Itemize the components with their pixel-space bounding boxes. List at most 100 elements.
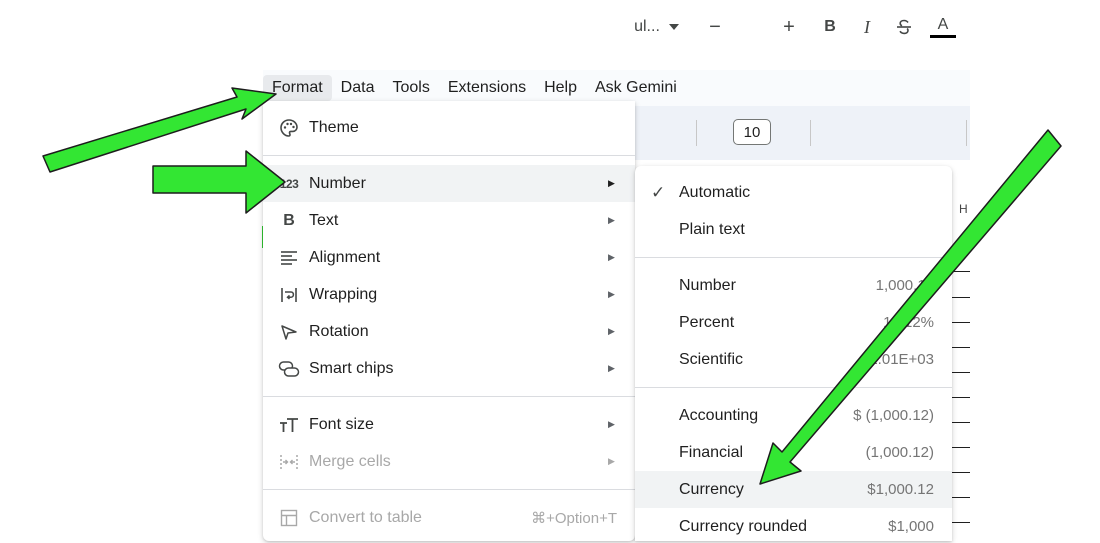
number-format-automatic[interactable]: ✓ Automatic — [635, 174, 952, 211]
text-color-swatch — [930, 34, 956, 38]
submenu-item-label: Financial — [679, 443, 744, 461]
format-menu-item-text[interactable]: B Text ▶ — [263, 202, 635, 239]
grid-row-line — [952, 472, 970, 473]
table-icon — [278, 507, 300, 529]
grid-row-line — [952, 322, 970, 323]
menu-item-label: Text — [309, 211, 339, 229]
grid-row-line — [952, 397, 970, 398]
submenu-item-label: Plain text — [679, 220, 745, 238]
format-menu-item-theme[interactable]: Theme — [263, 109, 635, 146]
submenu-item-label: Scientific — [679, 350, 744, 368]
grid-row-line — [952, 297, 970, 298]
format-menu-item-convert-to-table[interactable]: Convert to table ⌘+Option+T — [263, 499, 635, 536]
format-menu-item-merge-cells[interactable]: Merge cells ▶ — [263, 443, 635, 480]
number-format-percent[interactable]: Percent 10.12% — [635, 304, 952, 341]
palette-icon — [278, 117, 300, 139]
format-example-value: 1.01E+03 — [869, 351, 934, 368]
format-example-value: $ (1,000.12) — [853, 407, 934, 424]
toolbar-separator — [696, 120, 697, 146]
submenu-arrow-icon: ▶ — [608, 178, 615, 188]
menu-item-shortcut: ⌘+Option+T — [531, 509, 617, 527]
grid-row-line — [952, 271, 970, 272]
submenu-arrow-icon: ▶ — [608, 363, 615, 373]
increase-font-size-button[interactable]: + — [778, 0, 800, 54]
number-format-number[interactable]: Number 1,000.12 — [635, 267, 952, 304]
menu-format[interactable]: Format — [263, 75, 332, 101]
sheet-grid-edge — [952, 190, 970, 540]
submenu-item-label: Percent — [679, 313, 735, 331]
format-menu-item-alignment[interactable]: Alignment ▶ — [263, 239, 635, 276]
menu-help[interactable]: Help — [535, 75, 586, 101]
format-example-value: (1,000.12) — [865, 444, 934, 461]
menu-ask-gemini[interactable]: Ask Gemini — [586, 75, 686, 101]
grid-row-line — [952, 347, 970, 348]
toolbar-separator — [966, 120, 967, 146]
font-family-label: ul... — [634, 18, 660, 35]
text-color-button[interactable]: A — [929, 0, 957, 54]
format-menu-item-rotation[interactable]: Rotation ▶ — [263, 313, 635, 350]
font-size-input[interactable]: 10 — [733, 119, 771, 145]
menu-item-label: Merge cells — [309, 452, 391, 470]
format-menu-item-font-size[interactable]: Font size ▶ — [263, 406, 635, 443]
plus-icon: + — [783, 15, 795, 38]
menu-divider — [263, 155, 635, 156]
menu-item-label: Smart chips — [309, 359, 394, 377]
submenu-item-label: Number — [679, 276, 736, 294]
number-format-submenu: ✓ Automatic Plain text Number 1,000.12 P… — [635, 166, 952, 541]
rotation-icon — [278, 321, 300, 343]
merge-cells-icon — [278, 451, 300, 473]
smart-chips-icon — [278, 358, 300, 380]
menu-item-label: Number — [309, 174, 366, 192]
submenu-arrow-icon: ▶ — [608, 252, 615, 262]
menu-divider — [635, 257, 952, 258]
format-menu-item-number[interactable]: 123 Number ▶ — [263, 165, 635, 202]
submenu-arrow-icon: ▶ — [608, 456, 615, 466]
text-color-icon: A — [937, 15, 949, 33]
grid-row-line — [952, 372, 970, 373]
format-menu-item-smart-chips[interactable]: Smart chips ▶ — [263, 350, 635, 387]
menu-divider — [263, 489, 635, 490]
menu-data[interactable]: Data — [332, 75, 384, 101]
checkmark-icon: ✓ — [651, 182, 666, 202]
number-format-currency-rounded[interactable]: Currency rounded $1,000 — [635, 508, 952, 541]
number-format-scientific[interactable]: Scientific 1.01E+03 — [635, 341, 952, 378]
format-menu-item-wrapping[interactable]: Wrapping ▶ — [263, 276, 635, 313]
format-example-value: $1,000.12 — [867, 481, 934, 498]
number-format-financial[interactable]: Financial (1,000.12) — [635, 434, 952, 471]
align-left-icon — [278, 247, 300, 269]
grid-row-line — [952, 522, 970, 523]
menu-item-label: Rotation — [309, 322, 369, 340]
menu-tools[interactable]: Tools — [383, 75, 438, 101]
submenu-item-label: Automatic — [679, 183, 751, 201]
menu-item-label: Wrapping — [309, 285, 378, 303]
number-format-accounting[interactable]: Accounting $ (1,000.12) — [635, 397, 952, 434]
italic-button[interactable]: I — [856, 0, 878, 54]
screenshot-stage: Format Data Tools Extensions Help Ask Ge… — [0, 0, 1100, 543]
strikethrough-icon — [897, 19, 911, 35]
menu-divider — [635, 387, 952, 388]
grid-row-line — [952, 422, 970, 423]
submenu-item-label: Currency rounded — [679, 517, 808, 535]
font-family-select[interactable]: ul... — [632, 0, 662, 54]
strikethrough-button[interactable] — [892, 0, 916, 54]
format-menu: Theme 123 Number ▶ B Text ▶ Alignment ▶ … — [263, 101, 635, 541]
bold-icon: B — [283, 211, 295, 229]
font-family-caret-icon[interactable] — [664, 0, 684, 54]
number-format-plain-text[interactable]: Plain text — [635, 211, 952, 248]
menu-divider — [263, 396, 635, 397]
menu-item-label: Alignment — [309, 248, 381, 266]
font-size-icon — [278, 414, 300, 436]
menu-extensions[interactable]: Extensions — [439, 75, 535, 101]
menu-item-label: Theme — [309, 118, 359, 136]
menu-item-label: Font size — [309, 415, 374, 433]
number-format-currency[interactable]: Currency $1,000.12 — [635, 471, 952, 508]
number-format-icon: 123 — [276, 173, 302, 195]
grid-row-line — [952, 447, 970, 448]
submenu-item-label: Currency — [679, 480, 744, 498]
bold-button[interactable]: B — [819, 0, 841, 54]
number-format-icon-text: 123 — [279, 176, 299, 191]
decrease-font-size-button[interactable]: − — [704, 0, 726, 54]
submenu-arrow-icon: ▶ — [608, 289, 615, 299]
submenu-arrow-icon: ▶ — [608, 215, 615, 225]
minus-icon: − — [709, 15, 721, 38]
